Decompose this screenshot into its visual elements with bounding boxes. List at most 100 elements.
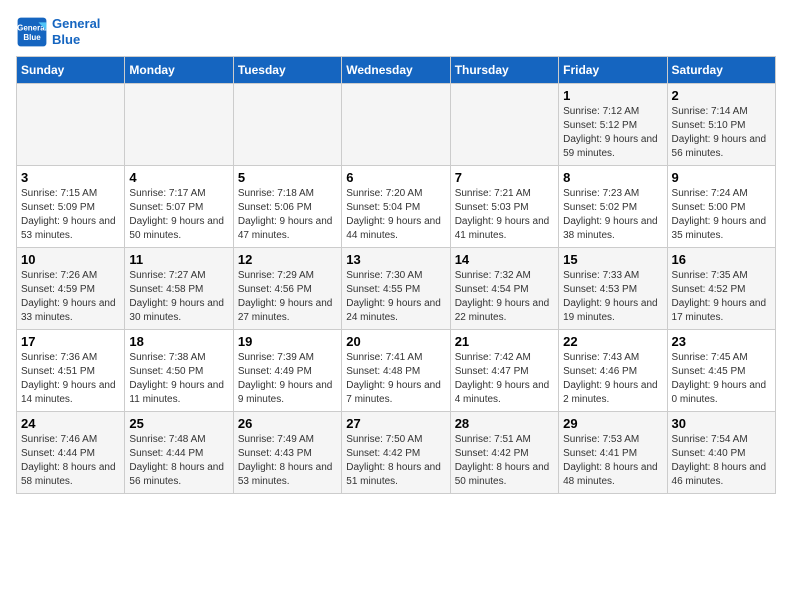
weekday-header-sunday: Sunday (17, 57, 125, 84)
calendar-cell: 13Sunrise: 7:30 AM Sunset: 4:55 PM Dayli… (342, 248, 450, 330)
day-info: Sunrise: 7:23 AM Sunset: 5:02 PM Dayligh… (563, 187, 662, 243)
calendar-cell: 24 Sunrise: 7:46 AM Sunset: 4:44 PM Dayli… (17, 412, 125, 494)
calendar-body: 1 Sunrise: 7:12 AM Sunset: 5:12 PM Daylig… (17, 84, 776, 494)
day-number: 28 (455, 416, 554, 431)
day-info: Sunrise: 7:15 AM Sunset: 5:09 PM Dayligh… (21, 187, 120, 243)
calendar-week-3: 10 Sunrise: 7:26 AM Sunset: 4:59 PM Dayli… (17, 248, 776, 330)
day-number: 13 (346, 252, 445, 267)
day-info: Sunrise: 7:50 AM Sunset: 4:42 PM Dayligh… (346, 433, 445, 489)
calendar-cell: 17 Sunrise: 7:36 AM Sunset: 4:51 PM Dayli… (17, 330, 125, 412)
calendar-cell (450, 84, 558, 166)
day-number: 8 (563, 170, 662, 185)
day-info: Sunrise: 7:32 AM Sunset: 4:54 PM Dayligh… (455, 269, 554, 325)
calendar-cell: 8 Sunrise: 7:23 AM Sunset: 5:02 PM Daylig… (559, 166, 667, 248)
calendar-cell: 2 Sunrise: 7:14 AM Sunset: 5:10 PM Daylig… (667, 84, 775, 166)
day-number: 15 (563, 252, 662, 267)
day-number: 22 (563, 334, 662, 349)
day-number: 20 (346, 334, 445, 349)
day-number: 2 (672, 88, 771, 103)
day-number: 16 (672, 252, 771, 267)
calendar-cell: 10 Sunrise: 7:26 AM Sunset: 4:59 PM Dayli… (17, 248, 125, 330)
calendar-header: SundayMondayTuesdayWednesdayThursdayFrid… (17, 57, 776, 84)
day-info: Sunrise: 7:21 AM Sunset: 5:03 PM Dayligh… (455, 187, 554, 243)
calendar-cell (17, 84, 125, 166)
day-number: 19 (238, 334, 337, 349)
page-header: General Blue GeneralBlue (16, 16, 776, 48)
calendar-cell: 23 Sunrise: 7:45 AM Sunset: 4:45 PM Dayli… (667, 330, 775, 412)
weekday-header-thursday: Thursday (450, 57, 558, 84)
day-info: Sunrise: 7:45 AM Sunset: 4:45 PM Dayligh… (672, 351, 771, 407)
day-number: 3 (21, 170, 120, 185)
calendar-week-2: 3 Sunrise: 7:15 AM Sunset: 5:09 PM Daylig… (17, 166, 776, 248)
logo-icon: General Blue (16, 16, 48, 48)
calendar-cell: 4Sunrise: 7:17 AM Sunset: 5:07 PM Daylig… (125, 166, 233, 248)
calendar-cell: 5 Sunrise: 7:18 AM Sunset: 5:06 PM Daylig… (233, 166, 341, 248)
day-info: Sunrise: 7:54 AM Sunset: 4:40 PM Dayligh… (672, 433, 771, 489)
day-info: Sunrise: 7:33 AM Sunset: 4:53 PM Dayligh… (563, 269, 662, 325)
day-info: Sunrise: 7:36 AM Sunset: 4:51 PM Dayligh… (21, 351, 120, 407)
calendar-cell: 30 Sunrise: 7:54 AM Sunset: 4:40 PM Dayli… (667, 412, 775, 494)
day-info: Sunrise: 7:20 AM Sunset: 5:04 PM Dayligh… (346, 187, 445, 243)
day-info: Sunrise: 7:14 AM Sunset: 5:10 PM Dayligh… (672, 105, 771, 161)
calendar-cell: 26Sunrise: 7:49 AM Sunset: 4:43 PM Dayli… (233, 412, 341, 494)
day-number: 27 (346, 416, 445, 431)
day-info: Sunrise: 7:51 AM Sunset: 4:42 PM Dayligh… (455, 433, 554, 489)
calendar-cell: 11Sunrise: 7:27 AM Sunset: 4:58 PM Dayli… (125, 248, 233, 330)
calendar-cell: 25 Sunrise: 7:48 AM Sunset: 4:44 PM Dayli… (125, 412, 233, 494)
calendar-cell (125, 84, 233, 166)
calendar-cell: 1 Sunrise: 7:12 AM Sunset: 5:12 PM Daylig… (559, 84, 667, 166)
day-number: 17 (21, 334, 120, 349)
calendar-cell: 20 Sunrise: 7:41 AM Sunset: 4:48 PM Dayli… (342, 330, 450, 412)
day-number: 25 (129, 416, 228, 431)
calendar-cell: 3 Sunrise: 7:15 AM Sunset: 5:09 PM Daylig… (17, 166, 125, 248)
day-number: 7 (455, 170, 554, 185)
day-number: 14 (455, 252, 554, 267)
day-info: Sunrise: 7:42 AM Sunset: 4:47 PM Dayligh… (455, 351, 554, 407)
weekday-header-saturday: Saturday (667, 57, 775, 84)
weekday-header-wednesday: Wednesday (342, 57, 450, 84)
day-number: 10 (21, 252, 120, 267)
calendar-cell: 29 Sunrise: 7:53 AM Sunset: 4:41 PM Dayli… (559, 412, 667, 494)
calendar-cell: 14 Sunrise: 7:32 AM Sunset: 4:54 PM Dayli… (450, 248, 558, 330)
logo-text: GeneralBlue (52, 16, 100, 47)
day-info: Sunrise: 7:24 AM Sunset: 5:00 PM Dayligh… (672, 187, 771, 243)
day-info: Sunrise: 7:53 AM Sunset: 4:41 PM Dayligh… (563, 433, 662, 489)
day-info: Sunrise: 7:41 AM Sunset: 4:48 PM Dayligh… (346, 351, 445, 407)
calendar-cell: 16 Sunrise: 7:35 AM Sunset: 4:52 PM Dayli… (667, 248, 775, 330)
day-number: 9 (672, 170, 771, 185)
day-number: 6 (346, 170, 445, 185)
day-info: Sunrise: 7:29 AM Sunset: 4:56 PM Dayligh… (238, 269, 337, 325)
day-info: Sunrise: 7:46 AM Sunset: 4:44 PM Dayligh… (21, 433, 120, 489)
day-number: 18 (129, 334, 228, 349)
day-number: 21 (455, 334, 554, 349)
calendar-cell: 12 Sunrise: 7:29 AM Sunset: 4:56 PM Dayli… (233, 248, 341, 330)
day-number: 5 (238, 170, 337, 185)
calendar-cell: 9 Sunrise: 7:24 AM Sunset: 5:00 PM Daylig… (667, 166, 775, 248)
logo: General Blue GeneralBlue (16, 16, 100, 48)
day-number: 30 (672, 416, 771, 431)
day-number: 29 (563, 416, 662, 431)
day-info: Sunrise: 7:17 AM Sunset: 5:07 PM Dayligh… (129, 187, 228, 243)
day-info: Sunrise: 7:49 AM Sunset: 4:43 PM Dayligh… (238, 433, 337, 489)
day-info: Sunrise: 7:39 AM Sunset: 4:49 PM Dayligh… (238, 351, 337, 407)
day-info: Sunrise: 7:12 AM Sunset: 5:12 PM Dayligh… (563, 105, 662, 161)
day-number: 24 (21, 416, 120, 431)
calendar-cell (342, 84, 450, 166)
day-number: 1 (563, 88, 662, 103)
day-number: 23 (672, 334, 771, 349)
day-info: Sunrise: 7:48 AM Sunset: 4:44 PM Dayligh… (129, 433, 228, 489)
day-info: Sunrise: 7:38 AM Sunset: 4:50 PM Dayligh… (129, 351, 228, 407)
svg-text:Blue: Blue (23, 33, 41, 42)
day-info: Sunrise: 7:26 AM Sunset: 4:59 PM Dayligh… (21, 269, 120, 325)
calendar-cell: 7 Sunrise: 7:21 AM Sunset: 5:03 PM Daylig… (450, 166, 558, 248)
calendar-cell: 21 Sunrise: 7:42 AM Sunset: 4:47 PM Dayli… (450, 330, 558, 412)
day-info: Sunrise: 7:35 AM Sunset: 4:52 PM Dayligh… (672, 269, 771, 325)
day-info: Sunrise: 7:27 AM Sunset: 4:58 PM Dayligh… (129, 269, 228, 325)
calendar-cell: 15 Sunrise: 7:33 AM Sunset: 4:53 PM Dayli… (559, 248, 667, 330)
day-info: Sunrise: 7:43 AM Sunset: 4:46 PM Dayligh… (563, 351, 662, 407)
weekday-header-tuesday: Tuesday (233, 57, 341, 84)
day-info: Sunrise: 7:18 AM Sunset: 5:06 PM Dayligh… (238, 187, 337, 243)
calendar-cell: 19 Sunrise: 7:39 AM Sunset: 4:49 PM Dayli… (233, 330, 341, 412)
day-number: 12 (238, 252, 337, 267)
weekday-header-friday: Friday (559, 57, 667, 84)
